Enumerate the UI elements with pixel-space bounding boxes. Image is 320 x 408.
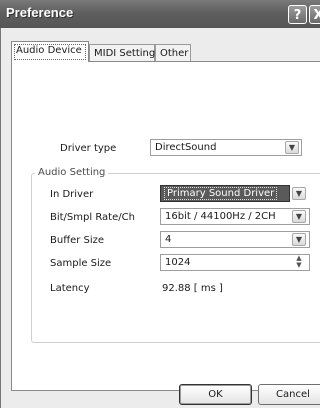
driver-type-select[interactable]: DirectSound [150,139,302,156]
rate-select[interactable]: 16bit / 44100Hz / 2CH [160,208,310,225]
sample-size-value: 1024 [165,257,191,268]
tab-audio-device[interactable]: Audio Device [11,41,89,62]
chevron-down-icon[interactable]: ▼ [292,233,306,246]
chevron-down-icon[interactable]: ▼ [285,141,299,154]
buffer-size-value: 4 [165,234,172,245]
tab-label: Audio Device [16,45,82,56]
in-driver-select[interactable]: Primary Sound Driver [160,185,290,202]
title-bar[interactable]: Preference ? X [0,0,320,29]
chevron-down-icon[interactable]: ▼ [292,210,306,223]
driver-type-label: Driver type [60,143,117,154]
in-driver-label: In Driver [50,189,94,200]
sample-size-input[interactable]: 1024 [160,254,310,271]
ok-label: OK [208,389,223,400]
rate-label: Bit/Smpl Rate/Ch [50,212,135,223]
help-button[interactable]: ? [288,5,307,24]
cancel-label: Cancel [276,389,310,400]
audio-setting-group-title: Audio Setting [35,167,109,178]
sample-size-label: Sample Size [50,258,112,269]
tab-panel-audio-device: Driver type DirectSound ▼ Audio Setting … [11,61,320,391]
spin-arrows-icon[interactable]: ▲ ▼ [293,255,305,270]
in-driver-value: Primary Sound Driver [163,187,278,200]
window-title: Preference [6,5,74,20]
dialog-body: Audio Device MIDI Setting Other Driver t… [0,28,320,408]
tab-label: MIDI Setting [94,48,156,59]
driver-type-value: DirectSound [155,142,217,153]
help-icon: ? [293,8,302,23]
cancel-button[interactable]: Cancel [258,384,320,405]
buffer-size-select[interactable]: 4 [160,231,310,248]
close-button[interactable]: X [309,5,320,24]
chevron-down-icon[interactable]: ▼ [292,187,306,200]
ok-button[interactable]: OK [179,384,252,405]
latency-value: 92.88 [ ms ] [162,283,223,294]
rate-value: 16bit / 44100Hz / 2CH [165,211,276,222]
tab-label: Other [160,48,189,59]
buffer-size-label: Buffer Size [50,235,105,246]
latency-label: Latency [50,283,90,294]
close-icon: X [313,8,320,23]
